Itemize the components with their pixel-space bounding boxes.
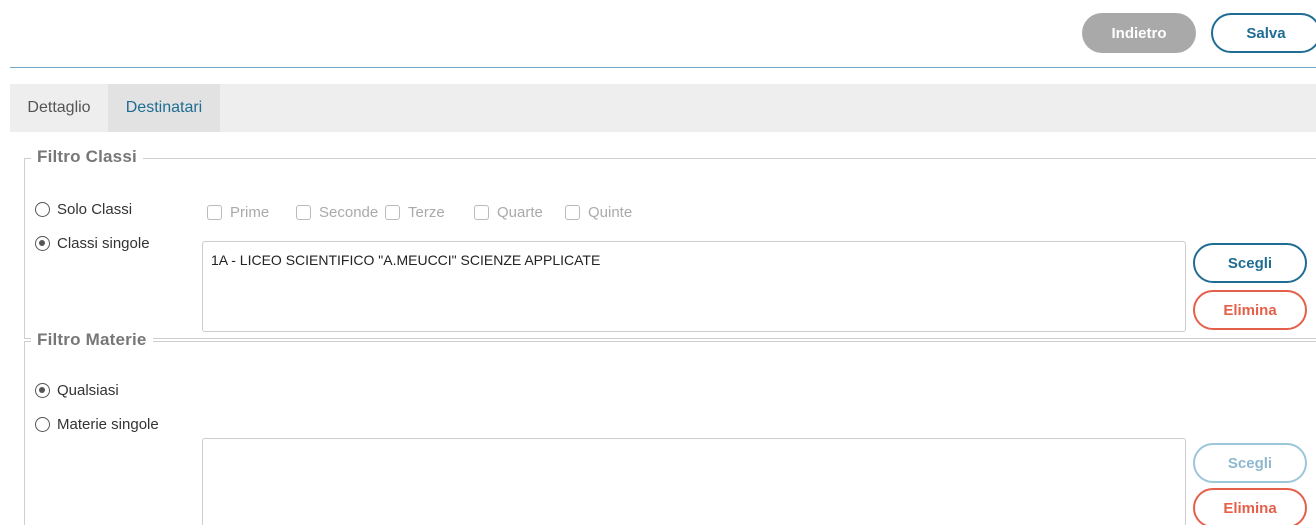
- top-toolbar: Indietro Salva: [0, 0, 1316, 68]
- radio-classi-singole-label: Classi singole: [57, 235, 150, 252]
- save-button[interactable]: Salva: [1211, 13, 1316, 53]
- radio-qualsiasi-label: Qualsiasi: [57, 382, 119, 399]
- checkbox-quinte-box[interactable]: [565, 205, 580, 220]
- scegli-materie-button[interactable]: Scegli: [1193, 443, 1307, 483]
- radio-classi-singole-icon[interactable]: [35, 236, 50, 251]
- filtro-classi-fieldset: Filtro Classi Solo Classi Classi singole…: [24, 147, 1316, 339]
- checkbox-quarte-label: Quarte: [497, 204, 543, 221]
- elimina-materie-button[interactable]: Elimina: [1193, 488, 1307, 525]
- selected-subjects-list[interactable]: [202, 438, 1186, 525]
- radio-materie-singole-icon[interactable]: [35, 417, 50, 432]
- checkbox-quinte-label: Quinte: [588, 204, 633, 221]
- tab-dettaglio[interactable]: Dettaglio: [10, 84, 108, 132]
- scegli-classi-button[interactable]: Scegli: [1193, 243, 1307, 283]
- list-item[interactable]: 1A - LICEO SCIENTIFICO "A.MEUCCI" SCIENZ…: [211, 252, 600, 268]
- radio-solo-classi[interactable]: Solo Classi: [35, 201, 132, 218]
- radio-materie-singole-label: Materie singole: [57, 416, 159, 433]
- selected-classes-list[interactable]: 1A - LICEO SCIENTIFICO "A.MEUCCI" SCIENZ…: [202, 241, 1186, 332]
- elimina-classi-button[interactable]: Elimina: [1193, 290, 1307, 330]
- checkbox-quarte-box[interactable]: [474, 205, 489, 220]
- radio-qualsiasi[interactable]: Qualsiasi: [35, 382, 119, 399]
- radio-qualsiasi-icon[interactable]: [35, 383, 50, 398]
- checkbox-seconde-label: Seconde: [319, 204, 379, 221]
- tab-destinatari[interactable]: Destinatari: [108, 84, 220, 132]
- checkbox-prime-label: Prime: [230, 204, 270, 221]
- checkbox-seconde-box[interactable]: [296, 205, 311, 220]
- header-divider: [10, 67, 1316, 68]
- radio-solo-classi-label: Solo Classi: [57, 201, 133, 218]
- back-button[interactable]: Indietro: [1082, 13, 1196, 53]
- checkbox-terze-label: Terze: [408, 204, 445, 221]
- radio-solo-classi-icon[interactable]: [35, 202, 50, 217]
- filtro-materie-legend: Filtro Materie: [31, 330, 153, 350]
- radio-materie-singole[interactable]: Materie singole: [35, 416, 159, 433]
- checkbox-terze[interactable]: Terze: [385, 204, 445, 221]
- tab-bar: Dettaglio Destinatari: [10, 84, 1316, 132]
- filtro-materie-fieldset: Filtro Materie Qualsiasi Materie singole…: [24, 330, 1316, 525]
- checkbox-prime-box[interactable]: [207, 205, 222, 220]
- checkbox-seconde[interactable]: Seconde: [296, 204, 378, 221]
- checkbox-quarte[interactable]: Quarte: [474, 204, 543, 221]
- radio-classi-singole[interactable]: Classi singole: [35, 235, 150, 252]
- checkbox-terze-box[interactable]: [385, 205, 400, 220]
- checkbox-quinte[interactable]: Quinte: [565, 204, 632, 221]
- checkbox-prime[interactable]: Prime: [207, 204, 269, 221]
- filtro-classi-legend: Filtro Classi: [31, 147, 143, 167]
